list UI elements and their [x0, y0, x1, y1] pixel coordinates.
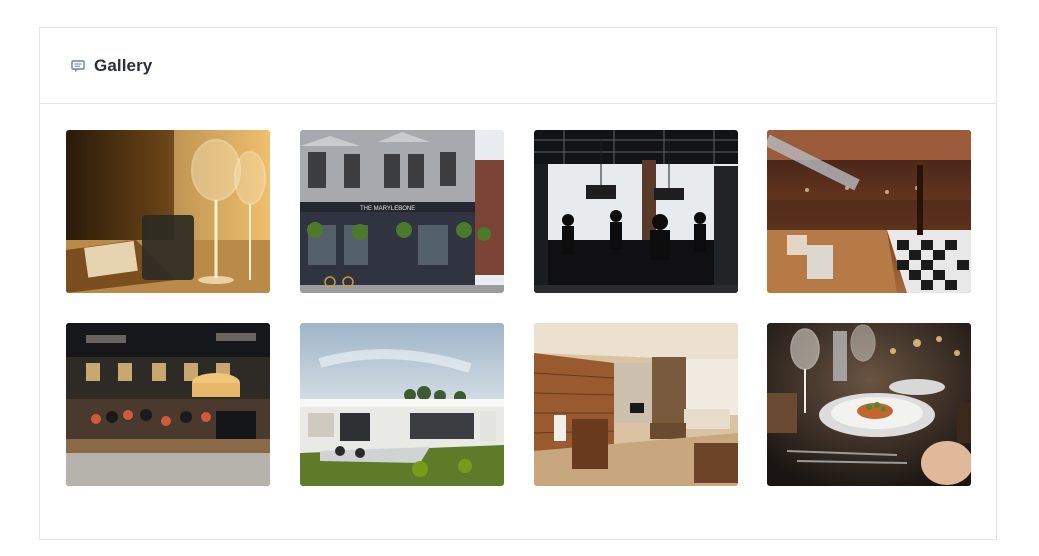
pub-sign-text: THE MARYLEBONE	[360, 206, 415, 212]
gallery-header: Gallery	[40, 28, 996, 104]
gallery-image-marylebone-pub[interactable]: THE MARYLEBONE	[300, 130, 504, 293]
gallery-image-plated-dinner[interactable]	[767, 323, 971, 486]
gallery-image-modern-house[interactable]	[300, 323, 504, 486]
gallery-image-wine-glasses[interactable]	[66, 130, 270, 293]
gallery-image-bar-counter[interactable]	[66, 323, 270, 486]
gallery-image-wood-restaurant[interactable]	[767, 130, 971, 293]
gallery-image-industrial-bar[interactable]	[534, 130, 738, 293]
gallery-image-living-room[interactable]	[534, 323, 738, 486]
gallery-title: Gallery	[94, 55, 153, 75]
chat-icon	[71, 59, 85, 73]
